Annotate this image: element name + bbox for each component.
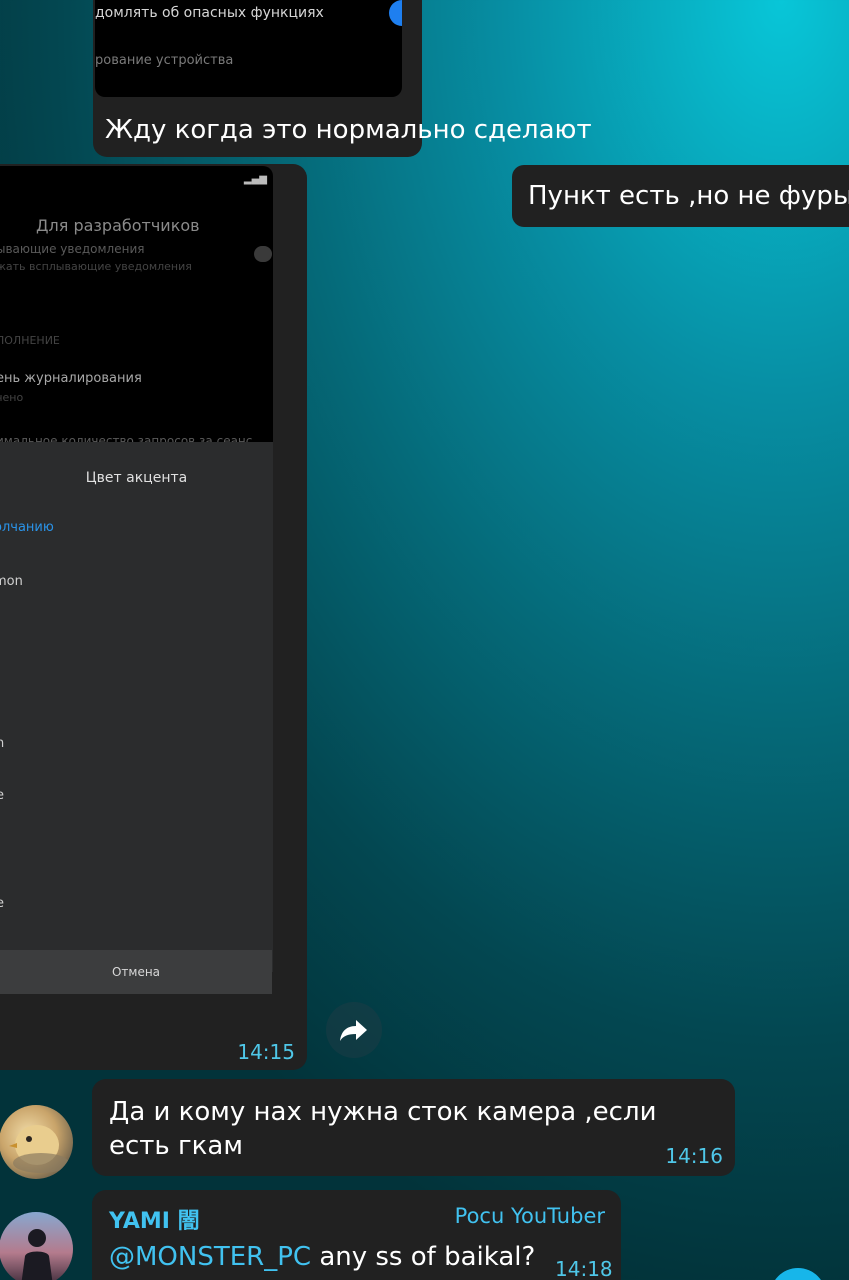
- message-text: Пункт есть ,но не фурыч: [528, 181, 849, 211]
- screenshot-text-line: ень журналирования: [0, 371, 142, 386]
- dialog-title: Цвет акцента: [85, 470, 188, 486]
- embedded-screenshot[interactable]: ▂▄▆ Для разработчиков ывающие уведомлени…: [0, 166, 273, 1156]
- forward-arrow-icon: [340, 1020, 367, 1041]
- message-time: 14:16: [665, 1144, 723, 1168]
- user-mention-link[interactable]: @MONSTER_PC: [109, 1242, 311, 1272]
- signal-icon: ▂▄▆: [243, 174, 267, 185]
- chick-avatar[interactable]: [0, 1105, 73, 1179]
- embedded-screenshot[interactable]: домлять об опасных функциях рование устр…: [95, 0, 402, 97]
- screenshot-settings-page: ▂▄▆ Для разработчиков ывающие уведомлени…: [0, 166, 273, 442]
- toggle-icon: [389, 0, 402, 26]
- screenshot-header: Для разработчиков: [36, 216, 200, 235]
- screenshot-dialog: Цвет акцента олчанию mon n e l e Отмена: [0, 442, 273, 994]
- dialog-cancel-button: Отмена: [0, 950, 272, 994]
- screenshot-text-line: домлять об опасных функциях: [95, 5, 324, 21]
- message-text: Да и кому нах нужна сток камера ,если ес…: [109, 1097, 657, 1161]
- message-text: @MONSTER_PC any ss of baikal?: [109, 1240, 535, 1274]
- message-time: 14:18: [555, 1257, 613, 1280]
- dialog-option: mon: [0, 574, 23, 589]
- screenshot-text-line: рование устройства: [95, 53, 234, 68]
- dialog-option-selected: олчанию: [0, 520, 54, 535]
- outgoing-message[interactable]: Пункт есть ,но не фурыч: [512, 165, 849, 227]
- chick-icon: [9, 1125, 69, 1173]
- message-caption: Жду когда это нормально сделают: [105, 115, 592, 145]
- photo-message-2[interactable]: ▂▄▆ Для разработчиков ывающие уведомлени…: [0, 164, 307, 1070]
- screenshot-text-line: имальное количество запросов за сеанс: [0, 434, 253, 442]
- sender-title: Pocu YouTuber: [454, 1204, 605, 1228]
- sender-name[interactable]: YAMI 闇: [109, 1203, 200, 1235]
- incoming-message[interactable]: Да и кому нах нужна сток камера ,если ес…: [92, 1079, 735, 1176]
- incoming-message[interactable]: YAMI 闇 Pocu YouTuber @MONSTER_PC any ss …: [92, 1190, 621, 1280]
- photo-message-1[interactable]: домлять об опасных функциях рование устр…: [93, 0, 592, 157]
- scroll-down-button[interactable]: [770, 1268, 826, 1280]
- screenshot-text-line: ывающие уведомления: [0, 242, 145, 256]
- message-body: any ss of baikal?: [311, 1242, 536, 1272]
- dialog-option-fragment: n: [0, 736, 5, 751]
- person-silhouette-icon: [21, 1229, 53, 1280]
- screenshot-text-line: жать всплывающие уведомления: [0, 260, 192, 273]
- forward-button[interactable]: [326, 1002, 382, 1058]
- screenshot-text-line: ЛОЛНЕНИЕ: [0, 334, 60, 347]
- person-avatar[interactable]: [0, 1212, 73, 1280]
- screenshot-text-line: чено: [0, 391, 24, 404]
- dialog-option-fragment: e: [0, 896, 4, 911]
- dialog-option-fragment: e: [0, 788, 4, 803]
- message-time: 14:15: [237, 1040, 295, 1064]
- toggle-icon: [254, 246, 272, 262]
